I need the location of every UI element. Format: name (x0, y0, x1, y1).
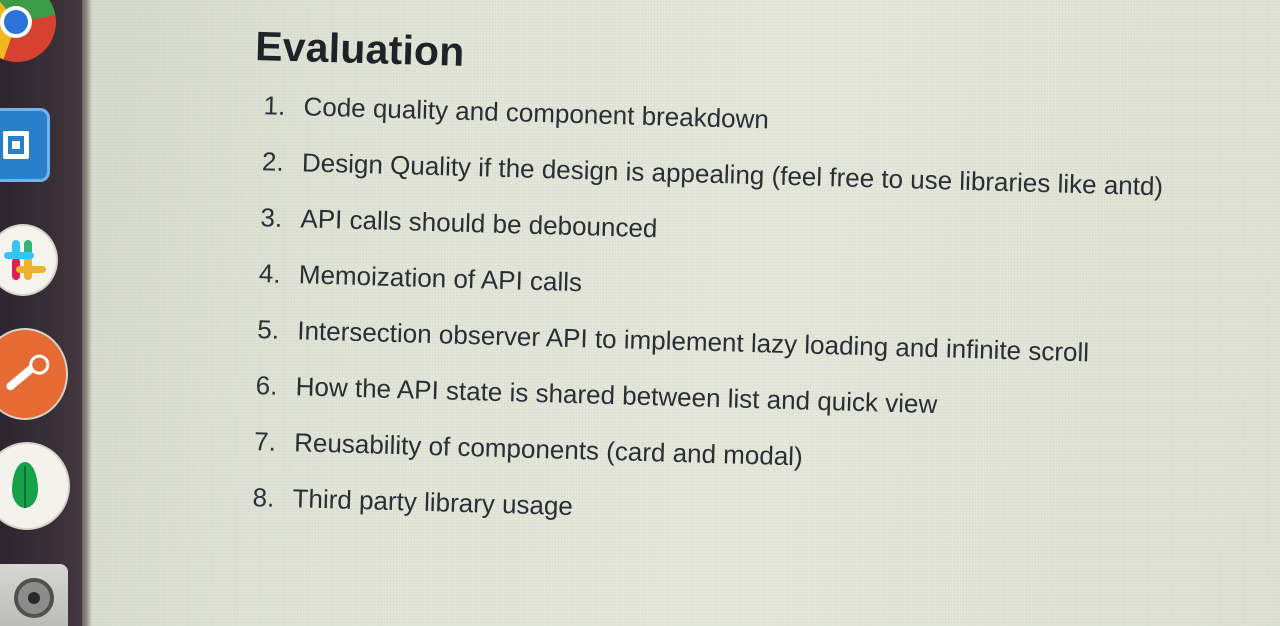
postman-icon-glyph (4, 356, 46, 392)
slack-icon-bar (4, 252, 34, 259)
disk-ring-icon (14, 578, 54, 618)
code-editor-icon[interactable] (0, 108, 50, 182)
list-item-number: 3. (260, 202, 283, 233)
list-item-text: Code quality and component breakdown (303, 91, 770, 135)
chrome-icon[interactable] (0, 0, 56, 62)
list-item-number: 1. (263, 90, 286, 121)
document-content: Evaluation 1. Code quality and component… (242, 20, 1266, 566)
mongodb-icon[interactable] (0, 444, 68, 528)
list-item-number: 4. (258, 258, 282, 289)
mongodb-leaf-icon (12, 462, 38, 508)
application-dock (0, 0, 82, 626)
list-item-number: 5. (256, 314, 280, 345)
postman-icon[interactable] (0, 330, 66, 418)
list-item-number: 8. (252, 482, 275, 513)
list-item-number: 7. (253, 426, 277, 457)
slack-icon[interactable] (0, 226, 56, 294)
code-editor-glyph (3, 131, 29, 159)
list-item-text: Third party library usage (292, 483, 574, 522)
list-item-number: 6. (255, 370, 278, 401)
disk-icon[interactable] (0, 564, 68, 626)
chrome-icon-center (0, 6, 32, 38)
evaluation-criteria-list: 1. Code quality and component breakdown … (242, 90, 1264, 566)
page-title: Evaluation (254, 22, 466, 75)
list-item-number: 2. (261, 146, 285, 177)
slack-icon-bar (16, 266, 46, 273)
